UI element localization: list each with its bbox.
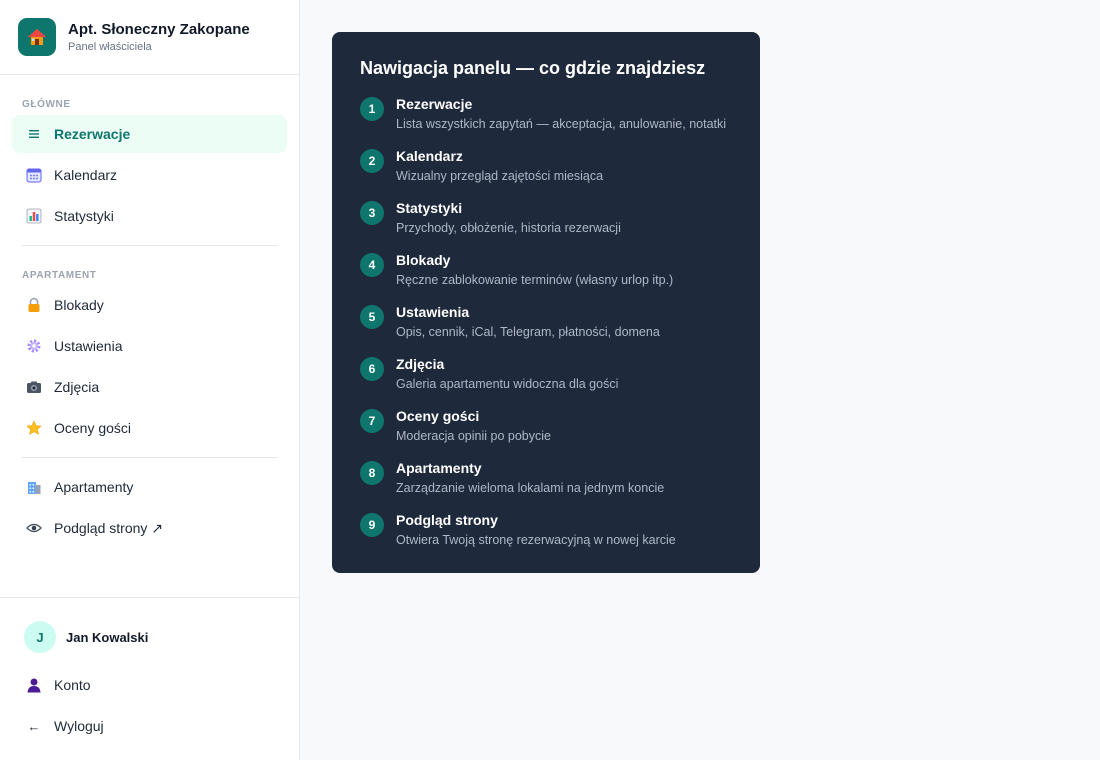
sidebar-item-label: Blokady <box>54 297 104 313</box>
step-number-badge: 6 <box>360 357 384 381</box>
help-step: 1 Rezerwacje Lista wszystkich zapytań — … <box>360 95 732 133</box>
arrow-left-icon: ← <box>27 718 41 734</box>
user-name: Jan Kowalski <box>66 629 149 645</box>
nav-divider <box>22 457 277 458</box>
building-icon <box>26 479 42 495</box>
house-icon <box>18 18 56 56</box>
step-title: Blokady <box>396 252 451 268</box>
help-step: 7 Oceny gości Moderacja opinii po pobyci… <box>360 407 732 445</box>
logout-button[interactable]: ← Wyloguj <box>12 707 287 745</box>
step-title: Kalendarz <box>396 148 463 164</box>
sidebar-item-label: Zdjęcia <box>54 379 100 395</box>
help-step: 8 Apartamenty Zarządzanie wieloma lokala… <box>360 459 732 497</box>
step-number-badge: 5 <box>360 305 384 329</box>
avatar: J <box>24 621 56 653</box>
sidebar-nav: GŁÓWNE Rezerwacje Kalendarz Statystyki A… <box>0 75 299 597</box>
sidebar-item-podglad-strony[interactable]: Podgląd strony ↗ <box>12 509 287 547</box>
sidebar-item-oceny-gosci[interactable]: Oceny gości <box>12 409 287 447</box>
help-step: 4 Blokady Ręczne zablokowanie terminów (… <box>360 251 732 289</box>
help-step: 6 Zdjęcia Galeria apartamentu widoczna d… <box>360 355 732 393</box>
step-number-badge: 4 <box>360 253 384 277</box>
main-content: Nawigacja panelu — co gdzie znajdziesz 1… <box>300 0 1100 760</box>
list-icon <box>26 126 42 142</box>
gear-icon <box>26 338 42 354</box>
section-label-main: GŁÓWNE <box>22 99 71 110</box>
sidebar-item-label: Apartamenty <box>54 479 134 495</box>
help-step: 3 Statystyki Przychody, obłożenie, histo… <box>360 199 732 237</box>
step-description: Przychody, obłożenie, historia rezerwacj… <box>396 221 621 235</box>
app-subtitle: Panel właściciela <box>68 41 152 53</box>
account-link[interactable]: Konto <box>12 666 287 704</box>
step-description: Opis, cennik, iCal, Telegram, płatności,… <box>396 325 660 339</box>
help-step: 9 Podgląd strony Otwiera Twoją stronę re… <box>360 511 732 549</box>
step-title: Apartamenty <box>396 460 482 476</box>
eye-icon <box>26 520 42 536</box>
step-number-badge: 2 <box>360 149 384 173</box>
step-number-badge: 9 <box>360 513 384 537</box>
star-icon <box>26 420 42 436</box>
user-profile: J Jan Kowalski <box>12 620 287 654</box>
logout-label: Wyloguj <box>54 718 104 734</box>
calendar-icon <box>26 167 42 183</box>
brand-header: Apt. Słoneczny Zakopane Panel właściciel… <box>0 0 299 75</box>
help-step: 5 Ustawienia Opis, cennik, iCal, Telegra… <box>360 303 732 341</box>
sidebar-item-label: Ustawienia <box>54 338 123 354</box>
sidebar-item-label: Podgląd strony ↗ <box>54 519 164 536</box>
sidebar-item-statystyki[interactable]: Statystyki <box>12 197 287 235</box>
sidebar-footer: J Jan Kowalski Konto ← Wyloguj <box>0 597 299 760</box>
sidebar-item-label: Rezerwacje <box>54 126 131 142</box>
step-number-badge: 7 <box>360 409 384 433</box>
step-number-badge: 3 <box>360 201 384 225</box>
navigation-help-card: Nawigacja panelu — co gdzie znajdziesz 1… <box>332 32 760 573</box>
step-title: Ustawienia <box>396 304 470 320</box>
user-icon <box>26 677 42 693</box>
step-title: Podgląd strony <box>396 512 498 528</box>
step-description: Galeria apartamentu widoczna dla gości <box>396 377 619 391</box>
help-step: 2 Kalendarz Wizualny przegląd zajętości … <box>360 147 732 185</box>
sidebar-item-ustawienia[interactable]: Ustawienia <box>12 327 287 365</box>
help-card-title: Nawigacja panelu — co gdzie znajdziesz <box>360 58 706 78</box>
sidebar-item-rezerwacje[interactable]: Rezerwacje <box>12 115 287 153</box>
lock-icon <box>26 297 42 313</box>
bar-chart-icon <box>26 208 42 224</box>
nav-divider <box>22 245 277 246</box>
account-label: Konto <box>54 677 91 693</box>
step-description: Wizualny przegląd zajętości miesiąca <box>396 169 604 183</box>
sidebar: Apt. Słoneczny Zakopane Panel właściciel… <box>0 0 300 760</box>
sidebar-item-label: Statystyki <box>54 208 114 224</box>
step-title: Statystyki <box>396 200 463 216</box>
sidebar-item-apartamenty[interactable]: Apartamenty <box>12 468 287 506</box>
step-description: Zarządzanie wieloma lokalami na jednym k… <box>396 481 665 495</box>
step-description: Moderacja opinii po pobycie <box>396 429 551 443</box>
sidebar-item-kalendarz[interactable]: Kalendarz <box>12 156 287 194</box>
sidebar-item-blokady[interactable]: Blokady <box>12 286 287 324</box>
step-number-badge: 1 <box>360 97 384 121</box>
app-root: Apt. Słoneczny Zakopane Panel właściciel… <box>0 0 1100 760</box>
step-title: Zdjęcia <box>396 356 445 372</box>
sidebar-item-zdjecia[interactable]: Zdjęcia <box>12 368 287 406</box>
step-title: Rezerwacje <box>396 96 473 112</box>
sidebar-item-label: Oceny gości <box>54 420 132 436</box>
step-title: Oceny gości <box>396 408 480 424</box>
app-title: Apt. Słoneczny Zakopane <box>68 21 250 38</box>
step-description: Ręczne zablokowanie terminów (własny url… <box>396 273 674 287</box>
sidebar-item-label: Kalendarz <box>54 167 118 183</box>
camera-icon <box>26 379 42 395</box>
step-description: Lista wszystkich zapytań — akceptacja, a… <box>396 117 727 131</box>
step-number-badge: 8 <box>360 461 384 485</box>
step-description: Otwiera Twoją stronę rezerwacyjną w nowe… <box>396 533 676 547</box>
section-label-apartment: APARTAMENT <box>22 270 97 281</box>
